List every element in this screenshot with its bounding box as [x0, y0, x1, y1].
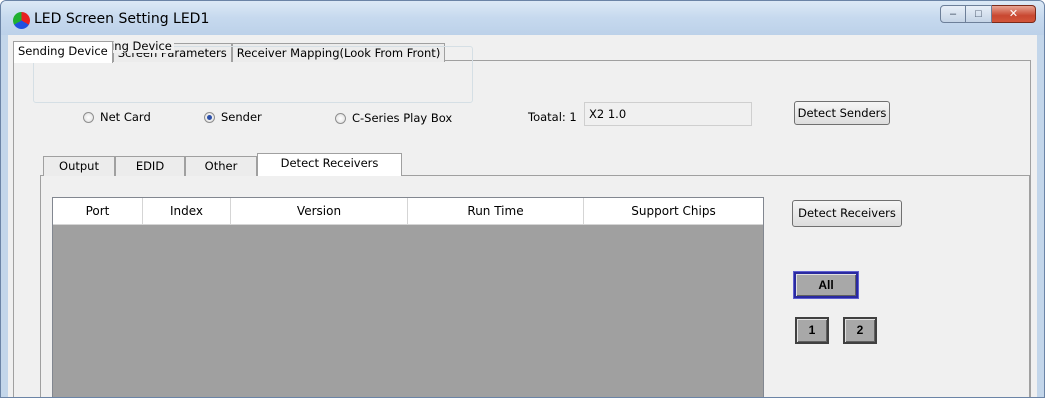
- app-window: LED Screen Setting LED1 – □ ✕ Sending De…: [0, 0, 1045, 398]
- maximize-icon[interactable]: □: [966, 5, 992, 23]
- radio-net-card[interactable]: Net Card: [83, 110, 151, 124]
- table-header: Port Index Version Run Time Support Chip…: [53, 198, 763, 225]
- radio-label: Sender: [221, 110, 262, 124]
- tab-edid[interactable]: EDID: [115, 156, 185, 176]
- column-header[interactable]: Port: [53, 198, 143, 225]
- column-header[interactable]: Support Chips: [584, 198, 763, 225]
- column-header[interactable]: Index: [143, 198, 231, 225]
- tab-detect-receivers[interactable]: Detect Receivers: [257, 153, 402, 176]
- detect-receivers-button[interactable]: Detect Receivers: [792, 200, 902, 227]
- radio-label: Net Card: [100, 110, 151, 124]
- radio-unchecked-icon[interactable]: [335, 112, 346, 124]
- title-bar[interactable]: LED Screen Setting LED1 – □ ✕: [1, 1, 1044, 35]
- radio-checked-icon[interactable]: [204, 111, 215, 123]
- port-2-button[interactable]: 2: [843, 317, 877, 344]
- tab-sending-device[interactable]: Sending Device: [13, 41, 113, 63]
- port-1-button[interactable]: 1: [795, 317, 829, 344]
- total-count-label: Toatal: 1: [528, 110, 577, 124]
- window-title: LED Screen Setting LED1: [34, 11, 210, 27]
- tab-output[interactable]: Output: [43, 156, 115, 176]
- column-header[interactable]: Run Time: [408, 198, 584, 225]
- radio-unchecked-icon[interactable]: [83, 111, 94, 123]
- app-logo-icon: [13, 12, 30, 29]
- radio-c-series-play-box[interactable]: C-Series Play Box: [335, 111, 452, 125]
- all-ports-button[interactable]: All: [793, 271, 859, 299]
- receivers-table[interactable]: Port Index Version Run Time Support Chip…: [52, 197, 764, 397]
- window-controls: – □ ✕: [940, 5, 1036, 23]
- radio-label: C-Series Play Box: [352, 111, 453, 125]
- output-tabs: Output EDID Other Detect Receivers: [43, 153, 402, 176]
- minimize-icon[interactable]: –: [940, 5, 966, 23]
- tab-other[interactable]: Other: [185, 156, 257, 176]
- column-header[interactable]: Version: [231, 198, 408, 225]
- detect-senders-button[interactable]: Detect Senders: [794, 101, 890, 125]
- radio-sender[interactable]: Sender: [204, 110, 262, 124]
- close-icon[interactable]: ✕: [992, 5, 1036, 23]
- device-model-field: X2 1.0: [584, 102, 752, 126]
